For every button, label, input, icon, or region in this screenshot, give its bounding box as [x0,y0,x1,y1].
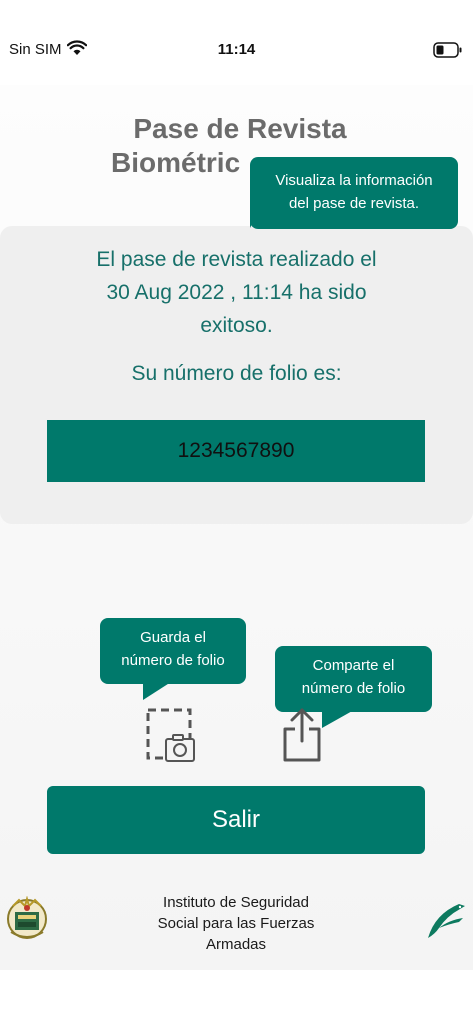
status-bar: Sin SIM 11:14 [0,0,473,90]
battery-icon [433,42,463,63]
result-message: El pase de revista realizado el 30 Aug 2… [60,243,413,342]
exit-button[interactable]: Salir [47,786,425,854]
share-tooltip-pointer [322,710,354,728]
share-tooltip-line-2: número de folio [301,680,406,697]
bottom-safe-area [0,970,473,1024]
info-tooltip-line-2: del pase de revista. [288,195,420,212]
folio-label: Su número de folio es: [131,362,342,385]
save-tooltip-line-1: Guarda el [140,629,206,646]
share-tooltip: Comparte el número de folio [275,646,432,712]
result-message-line-3: exitoso. [200,314,273,337]
folio-number-box: 1234567890 [47,420,425,482]
page-title-line-1: Pase de Revista [133,113,347,144]
institute-name-line-3: Armadas [205,936,267,953]
result-message-line-1: El pase de revista realizado el [96,248,377,271]
info-tooltip: Visualiza la información del pase de rev… [250,157,458,229]
share-tooltip-line-1: Comparte el [312,657,395,674]
institute-name-line-2: Social para las Fuerzas [157,915,315,932]
info-tooltip-line-1: Visualiza la información [275,172,433,189]
save-screenshot-icon[interactable] [146,708,196,769]
share-icon[interactable] [280,707,324,768]
folio-number: 1234567890 [177,439,295,462]
institute-seal-icon [5,895,49,947]
save-tooltip-pointer [143,682,171,700]
save-tooltip: Guarda el número de folio [100,618,246,684]
institute-name: Instituto de Seguridad Social para las F… [120,892,352,955]
clock-time: 11:14 [217,41,256,58]
eagle-logo-icon [425,898,469,947]
save-tooltip-line-2: número de folio [121,652,225,669]
app-screen: Sin SIM 11:14 Pase de Revista Biométric … [0,0,473,1024]
institute-name-line-1: Instituto de Seguridad [163,894,309,911]
info-tooltip-pointer [250,200,264,228]
result-message-line-2: 30 Aug 2022 , 11:14 ha sido [106,281,367,304]
